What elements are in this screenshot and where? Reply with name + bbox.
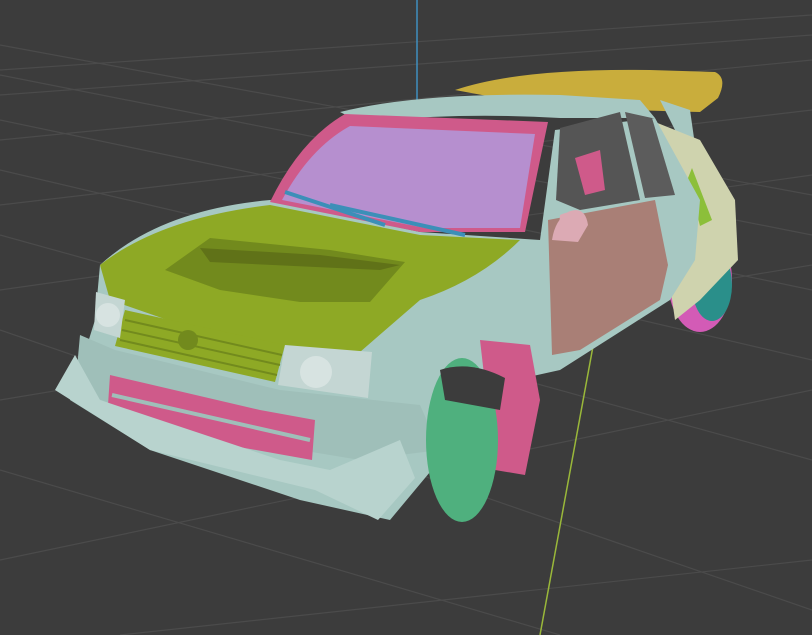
viewport-canvas[interactable]: [0, 0, 812, 635]
y-axis-line: [539, 329, 597, 635]
brand-emblem: [178, 330, 198, 350]
3d-viewport[interactable]: [0, 0, 812, 635]
car-model[interactable]: [55, 69, 738, 522]
